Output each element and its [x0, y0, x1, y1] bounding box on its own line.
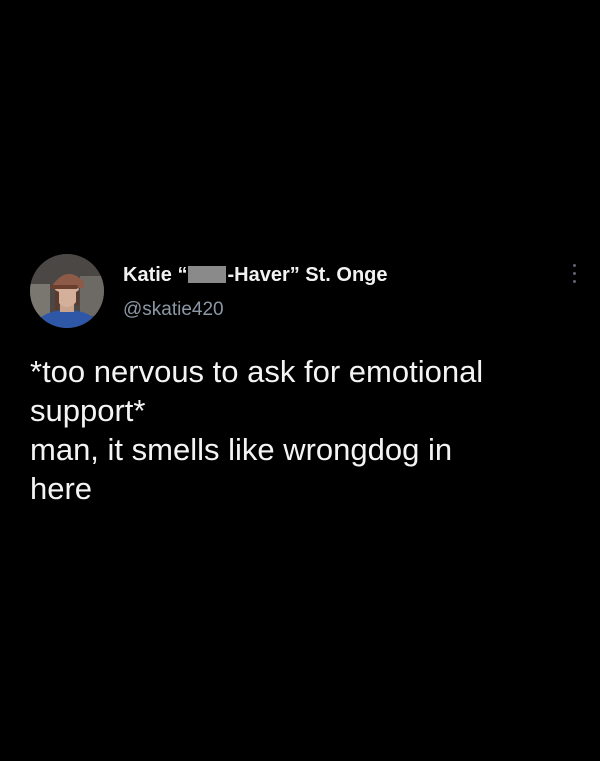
tweet-card: Katie “ -Haver” St. Onge @skatie420 *too …: [30, 254, 585, 508]
tweet-text-line: *too nervous to ask for emotional: [30, 354, 484, 389]
tweet-text-line: here: [30, 471, 93, 506]
user-handle[interactable]: @skatie420: [123, 299, 388, 321]
tweet-text-line: man, it smells like wrongdog in: [30, 432, 453, 467]
author-names: Katie “ -Haver” St. Onge @skatie420: [123, 263, 388, 321]
display-name[interactable]: Katie “ -Haver” St. Onge: [123, 263, 388, 287]
redaction-box: [188, 266, 227, 283]
tweet-text-line: support*: [30, 393, 146, 428]
display-name-part-2: -Haver” St. Onge: [227, 264, 388, 286]
tweet-text: *too nervous to ask for emotional suppor…: [30, 352, 575, 508]
avatar[interactable]: [30, 254, 104, 328]
profile-photo-icon: [30, 254, 104, 328]
vertical-ellipsis-icon[interactable]: [571, 264, 577, 288]
tweet-header: Katie “ -Haver” St. Onge @skatie420: [30, 254, 585, 332]
display-name-part-1: Katie “: [123, 264, 188, 286]
